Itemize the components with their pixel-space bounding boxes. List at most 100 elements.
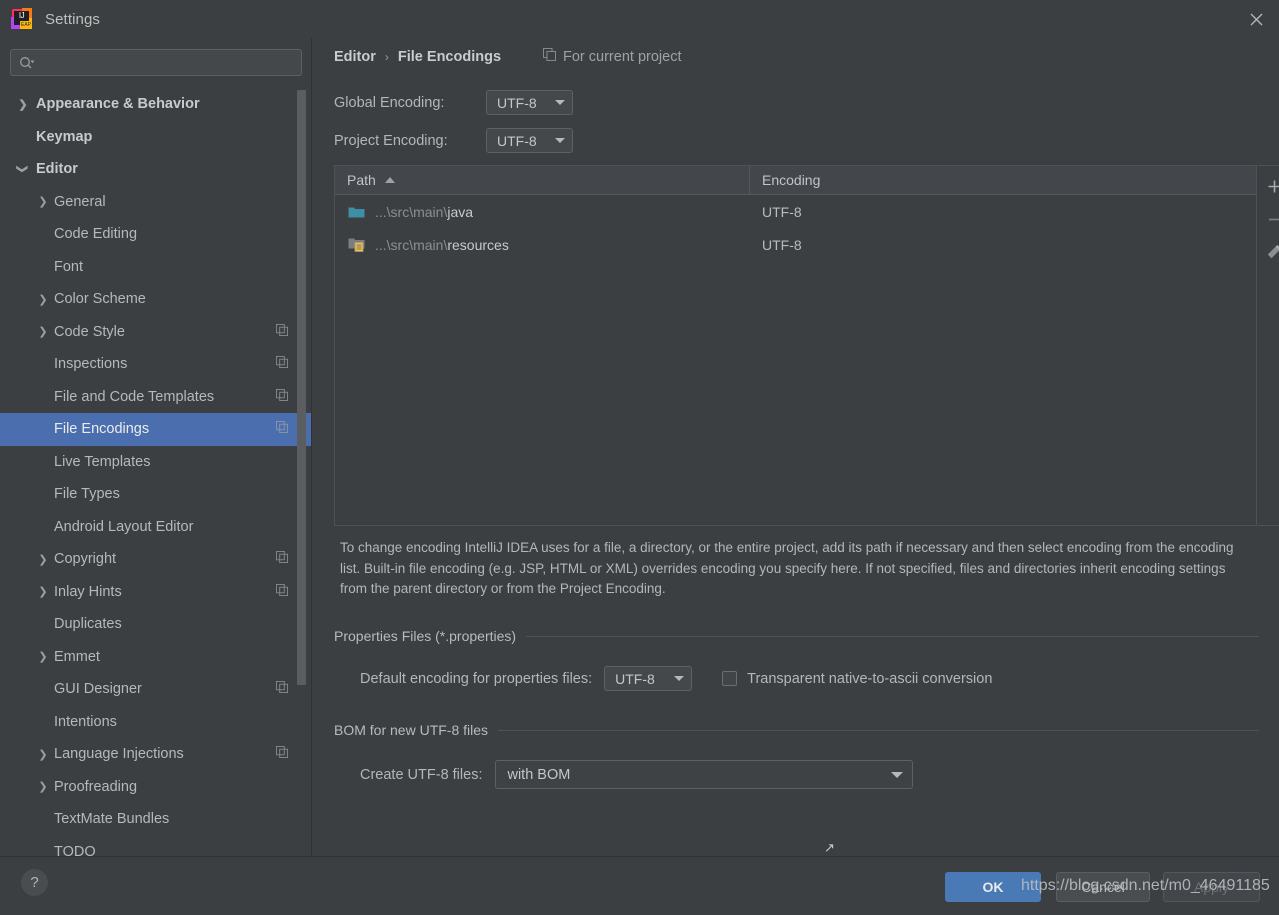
chevron-right-icon[interactable]: ❯ (36, 585, 50, 599)
sidebar-item-editor[interactable]: ❯ Editor (0, 153, 312, 186)
chevron-right-icon[interactable]: ❯ (36, 292, 50, 306)
sidebar-item-file-encodings[interactable]: ❯ File Encodings (0, 413, 312, 446)
sidebar-item-code-editing[interactable]: ❯ Code Editing (0, 218, 312, 251)
column-header-path[interactable]: Path (335, 166, 750, 194)
bom-group-header: BOM for new UTF-8 files (334, 722, 1259, 738)
sidebar-item-textmate-bundles[interactable]: ❯ TextMate Bundles (0, 803, 312, 836)
project-encoding-combo[interactable]: UTF-8 (486, 128, 573, 153)
tree-indent-spacer: ❯ (36, 455, 50, 469)
chevron-right-icon[interactable]: ❯ (36, 325, 50, 339)
column-header-encoding[interactable]: Encoding (750, 166, 820, 194)
sidebar-item-font[interactable]: ❯ Font (0, 251, 312, 284)
sidebar-item-file-and-code-templates[interactable]: ❯ File and Code Templates (0, 381, 312, 414)
default-properties-encoding-combo[interactable]: UTF-8 (604, 666, 693, 691)
sidebar-item-duplicates[interactable]: ❯ Duplicates (0, 608, 312, 641)
tree-indent-spacer: ❯ (36, 422, 50, 436)
chevron-right-icon[interactable]: ❯ (36, 780, 50, 794)
table-header-row: Path Encoding (335, 166, 1256, 195)
properties-files-group-title: Properties Files (*.properties) (334, 628, 517, 644)
sidebar-item-label: Inspections (54, 356, 128, 373)
search-input[interactable] (39, 50, 293, 75)
sidebar-item-intentions[interactable]: ❯ Intentions (0, 706, 312, 739)
properties-files-group: Properties Files (*.properties) Default … (334, 628, 1259, 691)
sidebar-item-live-templates[interactable]: ❯ Live Templates (0, 446, 312, 479)
sidebar-item-label: Copyright (54, 551, 117, 568)
chevron-right-icon[interactable]: ❯ (16, 97, 30, 111)
sidebar-scrollbar-thumb[interactable] (297, 90, 306, 685)
sidebar-item-proofreading[interactable]: ❯ Proofreading (0, 771, 312, 804)
default-properties-encoding-row: Default encoding for properties files: U… (360, 666, 1259, 691)
sidebar-item-file-types[interactable]: ❯ File Types (0, 478, 312, 511)
sidebar-item-color-scheme[interactable]: ❯ Color Scheme (0, 283, 312, 316)
mouse-cursor-icon: ↗ (824, 840, 835, 855)
sidebar-item-inspections[interactable]: ❯ Inspections (0, 348, 312, 381)
table-row[interactable]: ...\src\main\ resources UTF-8 (335, 228, 1256, 261)
sidebar-item-label: Proofreading (54, 778, 138, 795)
sidebar-item-emmet[interactable]: ❯ Emmet (0, 641, 312, 674)
chevron-down-icon (555, 138, 565, 143)
transparent-conversion-checkbox[interactable] (722, 671, 738, 686)
sidebar-item-inlay-hints[interactable]: ❯ Inlay Hints (0, 576, 312, 609)
global-encoding-row: Global Encoding: UTF-8 (334, 90, 573, 115)
global-encoding-combo[interactable]: UTF-8 (486, 90, 573, 115)
copy-scope-icon (276, 551, 288, 567)
sidebar-item-todo[interactable]: ❯ TODO (0, 836, 312, 856)
sidebar-item-label: Font (54, 258, 84, 275)
breadcrumb-parent[interactable]: Editor (334, 49, 376, 65)
search-box[interactable] (10, 49, 302, 76)
edit-path-button[interactable] (1261, 239, 1279, 265)
sidebar-item-label: Code Editing (54, 226, 138, 243)
sidebar-item-keymap[interactable]: ❯ Keymap (0, 121, 312, 154)
encodings-description: To change encoding IntelliJ IDEA uses fo… (340, 540, 1234, 596)
breadcrumb-current: File Encodings (397, 48, 502, 65)
tree-indent-spacer: ❯ (36, 617, 50, 631)
table-row[interactable]: ...\src\main\ java UTF-8 (335, 195, 1256, 228)
sidebar-item-label: Intentions (54, 713, 117, 730)
chevron-right-icon[interactable]: ❯ (36, 747, 50, 761)
path-prefix: ...\src\main\ (375, 203, 448, 220)
create-utf8-combo[interactable]: with BOM (495, 760, 914, 789)
sidebar-item-general[interactable]: ❯ General (0, 186, 312, 219)
sidebar-item-gui-designer[interactable]: ❯ GUI Designer (0, 673, 312, 706)
sidebar-item-code-style[interactable]: ❯ Code Style (0, 316, 312, 349)
sidebar-item-language-injections[interactable]: ❯ Language Injections (0, 738, 312, 771)
settings-tree: ❯ Appearance & Behavior ❯ Keymap ❯ Editor ❯ Gen… (0, 88, 312, 856)
sidebar-item-label: General (54, 193, 106, 210)
breadcrumb-separator-icon: › (384, 49, 389, 64)
add-path-button[interactable] (1261, 173, 1279, 199)
chevron-right-icon[interactable]: ❯ (36, 195, 50, 209)
copy-scope-icon (276, 681, 288, 697)
close-icon[interactable] (1234, 0, 1279, 38)
main-panel: Editor › File Encodings For current proj… (312, 38, 1279, 856)
sidebar-item-copyright[interactable]: ❯ Copyright (0, 543, 312, 576)
global-encoding-label: Global Encoding: (334, 94, 445, 111)
transparent-conversion-label: Transparent native-to-ascii conversion (747, 670, 993, 687)
sidebar-item-label: File Encodings (54, 421, 150, 438)
sidebar-item-android-layout-editor[interactable]: ❯ Android Layout Editor (0, 511, 312, 544)
group-divider (526, 635, 1259, 637)
copy-scope-icon (276, 388, 288, 405)
global-encoding-value: UTF-8 (497, 94, 537, 111)
copy-scope-icon (276, 356, 288, 372)
table-cell-encoding[interactable]: UTF-8 (750, 204, 802, 220)
chevron-down-icon[interactable]: ❯ (16, 162, 30, 176)
chevron-right-icon[interactable]: ❯ (36, 552, 50, 566)
group-divider (498, 729, 1259, 731)
sidebar-item-label: Live Templates (54, 453, 151, 470)
settings-dialog: IJ EAP Settings ❯ Appearance & Behavior … (0, 0, 1279, 915)
sidebar-item-appearance-behavior[interactable]: ❯ Appearance & Behavior (0, 88, 312, 121)
search-container (0, 38, 312, 76)
tree-indent-spacer: ❯ (36, 390, 50, 404)
search-icon (19, 56, 35, 70)
watermark: https://blog.csdn.net/m0_46491185 (1021, 877, 1270, 894)
tree-indent-spacer: ❯ (36, 845, 50, 856)
help-button[interactable]: ? (21, 869, 48, 896)
table-cell-encoding[interactable]: UTF-8 (750, 237, 802, 253)
default-properties-encoding-label: Default encoding for properties files: (360, 670, 593, 687)
bom-group-title: BOM for new UTF-8 files (334, 722, 489, 738)
chevron-right-icon[interactable]: ❯ (36, 650, 50, 664)
sidebar-item-label: GUI Designer (54, 681, 142, 698)
transparent-conversion-checkbox-row[interactable]: Transparent native-to-ascii conversion (722, 671, 992, 687)
tree-indent-spacer: ❯ (36, 260, 50, 274)
remove-path-button[interactable] (1261, 206, 1279, 232)
